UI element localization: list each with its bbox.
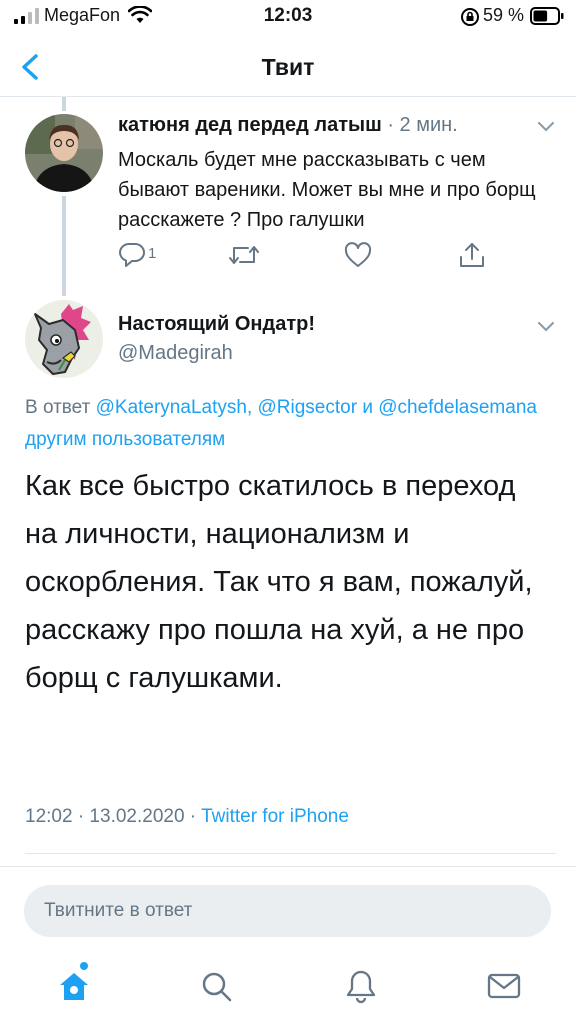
timestamp-text: 12:02 · 13.02.2020 ·	[25, 806, 197, 827]
reply-icon[interactable]	[118, 241, 146, 267]
mention-separator: ,	[246, 397, 253, 418]
reply-action[interactable]: 1	[118, 241, 178, 269]
messages-icon[interactable]	[486, 968, 522, 1004]
reply-context: В ответ @KaterynaLatysh, @Rigsector и @c…	[25, 392, 555, 456]
reply-count: 1	[148, 245, 157, 262]
home-icon[interactable]	[56, 968, 92, 1004]
reply-placeholder: Твитните в ответ	[44, 900, 193, 921]
battery-percent: 59 %	[483, 5, 525, 25]
nav-bar: Твит	[0, 34, 576, 97]
home-notification-dot	[80, 962, 88, 970]
tab-bar	[0, 958, 576, 1024]
tweet-text: Москаль будет мне рассказывать с чем быв…	[118, 149, 536, 231]
divider	[25, 853, 556, 854]
tweet-header: катюня дед пердед латыш · 2 мин.	[118, 114, 458, 137]
chevron-down-icon[interactable]	[536, 320, 556, 334]
reply-prefix: В ответ	[25, 397, 91, 418]
reply-input[interactable]: Твитните в ответ	[24, 885, 551, 937]
mention-link[interactable]: @chefdelasemana	[378, 397, 537, 418]
source-link[interactable]: Twitter for iPhone	[201, 806, 349, 827]
orientation-lock-icon	[461, 8, 479, 26]
tweet-text: Как все быстро скатилось в переход на ли…	[25, 470, 533, 694]
parent-tweet[interactable]: катюня дед пердед латыш · 2 мин. Москаль…	[0, 98, 576, 278]
battery-icon	[530, 7, 564, 25]
search-icon[interactable]	[198, 968, 234, 1004]
status-bar: MegaFon 12:03 59 %	[0, 0, 576, 34]
other-users-link[interactable]: другим пользователям	[25, 429, 225, 450]
mention-link[interactable]: @Rigsector	[258, 397, 358, 418]
mention-link[interactable]: @KaterynaLatysh	[96, 397, 247, 418]
avatar[interactable]	[25, 300, 103, 378]
retweet-icon[interactable]	[228, 241, 260, 269]
notifications-icon[interactable]	[343, 968, 379, 1004]
mention-conjunction: и	[362, 397, 373, 418]
author-name[interactable]: Настоящий Ондатр!	[118, 313, 315, 336]
reply-composer: Твитните в ответ	[0, 866, 576, 959]
tweet-time: · 2 мин.	[387, 114, 458, 136]
like-icon[interactable]	[344, 241, 372, 269]
author-handle[interactable]: @Madegirah	[118, 342, 233, 365]
author-name[interactable]: катюня дед пердед латыш	[118, 114, 382, 136]
chevron-down-icon[interactable]	[536, 120, 556, 134]
share-icon[interactable]	[458, 241, 486, 269]
avatar[interactable]	[25, 114, 103, 192]
page-title: Твит	[261, 54, 315, 80]
tweet-timestamp: 12:02 · 13.02.2020 · Twitter for iPhone	[25, 806, 349, 828]
